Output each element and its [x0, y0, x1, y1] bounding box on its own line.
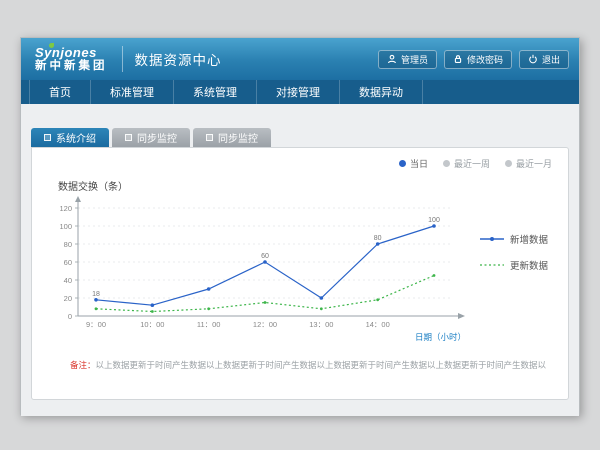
svg-text:80: 80 [64, 240, 72, 249]
grid-icon [44, 134, 51, 141]
page-title: 数据资源中心 [135, 49, 222, 69]
nav-item-standards[interactable]: 标准管理 [91, 80, 174, 104]
brand-text: Synjones [35, 46, 108, 60]
grid-icon [125, 134, 132, 141]
main-nav: 首页 标准管理 系统管理 对接管理 数据异动 [21, 80, 579, 104]
series-legend: 新增数据 更新数据 [480, 232, 558, 284]
synjones-logo: Synjones 新中新集团 [35, 46, 108, 73]
content-area: 系统介绍 同步监控 同步监控 当日 最近一周 [21, 104, 579, 416]
filter-last-month[interactable]: 最近一月 [505, 157, 552, 170]
solid-line-icon [480, 235, 504, 243]
svg-text:14：00: 14：00 [366, 320, 390, 329]
svg-text:60: 60 [64, 258, 72, 267]
chart-container: 0 20 40 60 80 100 120 9：00 10：00 11：00 12：00 13：00 1… [48, 194, 480, 346]
lock-icon [453, 54, 463, 64]
power-icon [528, 54, 538, 64]
svg-text:18: 18 [92, 291, 100, 298]
footnote-prefix: 备注： [70, 360, 96, 370]
svg-text:12：00: 12：00 [253, 320, 277, 329]
tab-bar: 系统介绍 同步监控 同步监控 [31, 128, 569, 147]
line-chart: 0 20 40 60 80 100 120 9：00 10：00 11：00 12：00 13：00 1… [48, 194, 480, 346]
svg-text:40: 40 [64, 276, 72, 285]
footnote-text: 以上数据更新于时间产生数据以上数据更新于时间产生数据以上数据更新于时间产生数据以… [96, 360, 546, 370]
svg-text:100: 100 [59, 222, 72, 231]
svg-text:11：00: 11：00 [197, 320, 221, 329]
tab-system-intro[interactable]: 系统介绍 [31, 128, 109, 147]
logout-button[interactable]: 退出 [519, 50, 569, 69]
svg-text:日期（小时）: 日期（小时） [415, 332, 466, 342]
radio-dot-icon [443, 160, 450, 167]
filter-last-week[interactable]: 最近一周 [443, 157, 490, 170]
app-header: Synjones 新中新集团 数据资源中心 管理员 修改密码 [21, 38, 579, 80]
svg-text:120: 120 [59, 204, 72, 213]
footnote: 备注：以上数据更新于时间产生数据以上数据更新于时间产生数据以上数据更新于时间产生… [70, 359, 546, 371]
nav-item-interface[interactable]: 对接管理 [257, 80, 340, 104]
change-password-button[interactable]: 修改密码 [444, 50, 512, 69]
tab-sync-monitor-1[interactable]: 同步监控 [112, 128, 190, 147]
user-icon [387, 54, 397, 64]
svg-text:10：00: 10：00 [140, 320, 164, 329]
nav-item-system[interactable]: 系统管理 [174, 80, 257, 104]
svg-text:20: 20 [64, 294, 72, 303]
filter-today[interactable]: 当日 [399, 157, 428, 170]
grid-icon [206, 134, 213, 141]
range-filters: 当日 最近一周 最近一月 [399, 157, 552, 170]
admin-button[interactable]: 管理员 [378, 50, 437, 69]
nav-item-home[interactable]: 首页 [29, 80, 91, 104]
company-text: 新中新集团 [35, 60, 108, 73]
legend-item-update-data: 更新数据 [480, 258, 558, 272]
radio-dot-icon [505, 160, 512, 167]
svg-text:60: 60 [261, 253, 269, 260]
svg-text:9：00: 9：00 [86, 320, 106, 329]
dotted-line-icon [480, 261, 504, 269]
y-axis-title: 数据交换（条） [58, 178, 128, 193]
svg-text:80: 80 [374, 235, 382, 242]
leaf-icon [49, 43, 54, 48]
nav-item-data-change[interactable]: 数据异动 [340, 80, 423, 104]
svg-text:100: 100 [428, 217, 440, 224]
svg-text:0: 0 [68, 312, 72, 321]
chart-panel: 当日 最近一周 最近一月 数据交换（条） 0 20 40 60 80 100 120 9：00… [31, 147, 569, 400]
app-window: Synjones 新中新集团 数据资源中心 管理员 修改密码 [20, 37, 580, 415]
tab-sync-monitor-2[interactable]: 同步监控 [193, 128, 271, 147]
radio-dot-icon [399, 160, 406, 167]
svg-text:13：00: 13：00 [309, 320, 333, 329]
legend-item-new-data: 新增数据 [480, 232, 558, 246]
header-divider [122, 46, 123, 72]
